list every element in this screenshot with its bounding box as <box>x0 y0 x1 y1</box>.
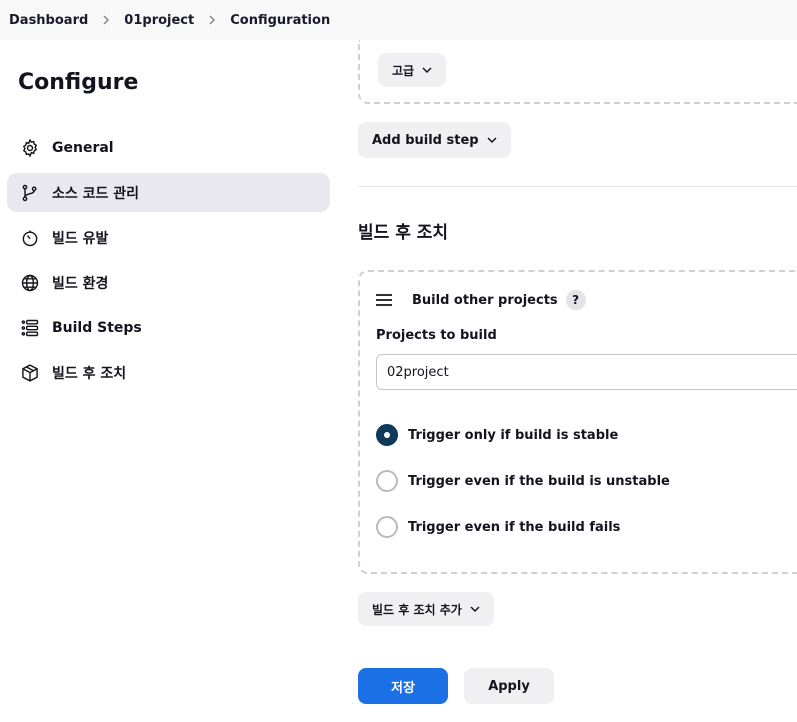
chevron-right-icon <box>208 15 216 25</box>
sidebar-item-build-environment[interactable]: 빌드 환경 <box>7 263 330 302</box>
advanced-button[interactable]: 고급 <box>378 53 447 87</box>
sidebar-nav: General 소스 코드 관리 빌드 유발 빌드 환경 Build Steps… <box>7 128 330 398</box>
radio-trigger-stable[interactable]: Trigger only if build is stable <box>376 424 618 446</box>
sidebar-item-post-build[interactable]: 빌드 후 조치 <box>7 353 330 392</box>
radio-trigger-fails[interactable]: Trigger even if the build fails <box>376 516 620 538</box>
sidebar-item-label: 빌드 유발 <box>52 230 109 247</box>
card-title: Build other projects <box>412 292 558 308</box>
radio-label: Trigger only if build is stable <box>408 427 619 443</box>
section-divider <box>358 186 797 187</box>
help-icon[interactable]: ? <box>565 290 586 310</box>
add-build-step-label: Add build step <box>372 132 479 148</box>
sidebar-item-build-triggers[interactable]: 빌드 유발 <box>7 218 330 257</box>
sidebar-item-label: 빌드 후 조치 <box>52 365 127 382</box>
card-header: Build other projects ? <box>376 290 586 310</box>
chevron-right-icon <box>102 15 110 25</box>
sidebar-item-general[interactable]: General <box>7 128 330 167</box>
sidebar-item-label: Build Steps <box>52 319 142 336</box>
radio-label: Trigger even if the build is unstable <box>408 473 670 489</box>
radio-trigger-unstable[interactable]: Trigger even if the build is unstable <box>376 470 670 492</box>
save-button[interactable]: 저장 <box>358 668 448 704</box>
breadcrumb-dashboard[interactable]: Dashboard <box>9 13 88 28</box>
sidebar-item-label: 소스 코드 관리 <box>52 185 140 202</box>
timer-icon <box>19 227 41 249</box>
package-icon <box>19 362 41 384</box>
radio-button[interactable] <box>376 516 398 538</box>
chevron-down-icon <box>422 66 432 74</box>
gear-icon <box>19 137 41 159</box>
projects-to-build-label: Projects to build <box>376 328 497 343</box>
radio-button[interactable] <box>376 470 398 492</box>
breadcrumb: Dashboard 01project Configuration <box>0 0 797 40</box>
chevron-down-icon <box>470 605 480 613</box>
breadcrumb-configuration[interactable]: Configuration <box>230 13 330 28</box>
advanced-label: 고급 <box>392 63 415 78</box>
list-icon <box>19 317 41 339</box>
chevron-down-icon <box>487 136 497 144</box>
sidebar-item-build-steps[interactable]: Build Steps <box>7 308 330 347</box>
radio-button-checked[interactable] <box>376 424 398 446</box>
sidebar-item-label: 빌드 환경 <box>52 275 109 292</box>
add-post-build-action-button[interactable]: 빌드 후 조치 추가 <box>358 592 494 626</box>
branch-icon <box>19 182 41 204</box>
add-build-step-button[interactable]: Add build step <box>358 122 511 158</box>
projects-to-build-input[interactable] <box>376 354 797 390</box>
drag-handle-icon[interactable] <box>376 294 396 306</box>
add-post-build-label: 빌드 후 조치 추가 <box>372 602 462 617</box>
globe-icon <box>19 272 41 294</box>
sidebar-item-source-code[interactable]: 소스 코드 관리 <box>7 173 330 212</box>
breadcrumb-project[interactable]: 01project <box>124 13 194 28</box>
post-build-section-title: 빌드 후 조치 <box>358 223 449 243</box>
build-step-card: 고급 <box>358 40 797 104</box>
radio-label: Trigger even if the build fails <box>408 519 621 535</box>
apply-button[interactable]: Apply <box>464 668 554 704</box>
main-content: 고급 Add build step 빌드 후 조치 Build other pr… <box>358 40 797 722</box>
sidebar-item-label: General <box>52 139 114 156</box>
page-title: Configure <box>18 70 139 95</box>
build-other-projects-card: Build other projects ? Projects to build… <box>358 270 797 574</box>
